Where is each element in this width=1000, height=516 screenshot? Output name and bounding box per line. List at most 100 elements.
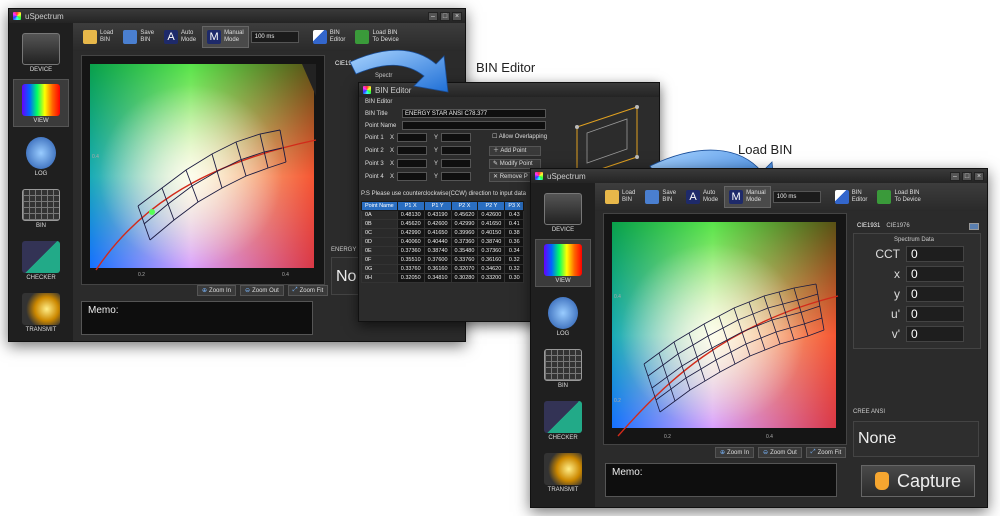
coordinate-cell: 0.35480 <box>450 246 479 256</box>
integration-time-select[interactable]: 100 ms <box>250 31 299 43</box>
zoom-in-button[interactable]: ⊕ Zoom In <box>197 285 237 296</box>
tab-cie1931[interactable]: CIE1931 <box>857 223 880 229</box>
table-row[interactable]: 0D 0.40060 0.40440 0.37360 0.38740 0.36 <box>361 237 525 247</box>
allow-overlapping-checkbox[interactable]: ☐ Allow Overlapping <box>489 133 550 143</box>
spectrum-row: x0 <box>858 266 964 282</box>
bin-result-value: None <box>858 430 897 447</box>
sidebar-item-transmit[interactable]: TRANSMIT <box>13 287 69 335</box>
sidebar-item-device[interactable]: DEVICE <box>535 187 591 235</box>
cie-diagram[interactable]: 0.4 0.2 0.4 <box>81 55 325 285</box>
close-button[interactable]: × <box>452 11 462 21</box>
point-y-input[interactable] <box>441 172 472 181</box>
maximize-button[interactable]: □ <box>440 11 450 21</box>
add-point-button[interactable]: ＋ Add Point <box>489 146 541 156</box>
sidebar-item-transmit[interactable]: TRANSMIT <box>535 447 591 495</box>
load-bin-device-button[interactable]: Load BIN To Device <box>351 26 402 48</box>
export-icon[interactable] <box>969 223 979 230</box>
table-row[interactable]: 0A 0.48130 0.43190 0.45620 0.42600 0.43 <box>361 210 525 220</box>
zoom-out-button[interactable]: ⊖ Zoom Out <box>240 285 284 296</box>
spectrum-row-value: 0 <box>906 306 964 322</box>
point-x-input[interactable] <box>397 146 428 155</box>
manual-mode-button[interactable]: M Manual Mode <box>724 186 771 208</box>
sidebar-item-device[interactable]: DEVICE <box>13 27 69 75</box>
point-y-input[interactable] <box>441 146 472 155</box>
table-header[interactable]: P1 X <box>396 201 425 211</box>
table-row[interactable]: 0F 0.35510 0.37600 0.33760 0.36160 0.32 <box>361 255 525 265</box>
table-row[interactable]: 0E 0.37360 0.38740 0.35480 0.37360 0.34 <box>361 246 525 256</box>
zoom-in-button[interactable]: ⊕ Zoom In <box>715 447 755 458</box>
memo-field[interactable]: Memo: <box>605 463 837 497</box>
table-row[interactable]: 0G 0.33760 0.36160 0.32070 0.34620 0.32 <box>361 264 525 274</box>
table-header[interactable]: P1 Y <box>423 201 452 211</box>
x-label: X <box>390 173 395 180</box>
close-button[interactable]: × <box>974 171 984 181</box>
bin-title-input[interactable]: ENERGY STAR ANSI C78.377 <box>402 109 546 118</box>
save-bin-button[interactable]: Save BIN <box>641 186 680 208</box>
sidebar-item-checker[interactable]: CHECKER <box>13 235 69 283</box>
point-name-cell: 0B <box>361 219 398 229</box>
sidebar-item-log[interactable]: LOG <box>535 291 591 339</box>
load-bin-device-button[interactable]: Load BIN To Device <box>873 186 924 208</box>
point-y-input[interactable] <box>441 159 472 168</box>
transmit-bulb-icon <box>22 293 60 325</box>
memo-field[interactable]: Memo: <box>81 301 313 335</box>
bin-result-caption: CREE ANSI <box>853 409 886 415</box>
coordinate-cell: 0.37600 <box>423 255 452 265</box>
load-bin-button[interactable]: Load BIN <box>79 26 117 48</box>
coordinate-cell: 0.38740 <box>423 246 452 256</box>
tab-cie1976[interactable]: CIE1976 <box>886 223 909 229</box>
point-x-input[interactable] <box>397 172 428 181</box>
auto-mode-button[interactable]: A Auto Mode <box>682 186 722 208</box>
zoom-in-label: Zoom In <box>727 449 750 456</box>
x-label: X <box>390 134 395 141</box>
save-bin-button[interactable]: Save BIN <box>119 26 158 48</box>
sidebar-item-view[interactable]: VIEW <box>13 79 69 127</box>
pen-icon <box>834 190 849 204</box>
maximize-button[interactable]: □ <box>962 171 972 181</box>
bin-editor-button[interactable]: BIN Editor <box>309 26 350 48</box>
folder-icon <box>605 190 619 204</box>
save-bin-label: Save BIN <box>140 30 155 43</box>
zoom-out-icon: ⊖ <box>763 450 769 456</box>
spectrum-data-title: Spectrum Data <box>894 237 935 243</box>
sidebar-item-view[interactable]: VIEW <box>535 239 591 287</box>
point-name-input[interactable] <box>402 121 546 130</box>
dialog-title: BIN Editor <box>375 85 412 95</box>
manual-mode-button[interactable]: M Manual Mode <box>202 26 249 48</box>
table-row[interactable]: 0C 0.42990 0.41650 0.39960 0.40150 0.38 <box>361 228 525 238</box>
load-bin-button[interactable]: Load BIN <box>601 186 639 208</box>
checker-icon <box>22 241 60 273</box>
table-header[interactable]: P2 Y <box>477 201 506 211</box>
minimize-button[interactable]: – <box>428 11 438 21</box>
zoom-fit-button[interactable]: ⤢ Zoom Fit <box>287 285 329 296</box>
table-header[interactable]: P3 X <box>504 201 525 211</box>
bin-editor-button[interactable]: BIN Editor <box>831 186 872 208</box>
sidebar-item-log[interactable]: LOG <box>13 131 69 179</box>
point-y-input[interactable] <box>441 133 472 142</box>
point-x-input[interactable] <box>397 133 428 142</box>
minimize-button[interactable]: – <box>950 171 960 181</box>
point-label: Point 1 <box>365 134 384 141</box>
sidebar-item-bin[interactable]: BIN <box>535 343 591 391</box>
sidebar-item-bin[interactable]: BIN <box>13 183 69 231</box>
table-header[interactable]: P2 X <box>450 201 479 211</box>
table-row[interactable]: 0H 0.32050 0.34810 0.30280 0.33200 0.30 <box>361 273 525 283</box>
zoom-fit-button[interactable]: ⤢ Zoom Fit <box>805 447 847 458</box>
stage: uSpectrum – □ × DEVICE VIEW LOG BIN CHEC… <box>0 0 1000 516</box>
integration-time-select[interactable]: 100 ms <box>772 191 821 203</box>
zoom-out-button[interactable]: ⊖ Zoom Out <box>758 447 802 458</box>
capture-button[interactable]: Capture <box>861 465 975 497</box>
tab-cie1976[interactable]: CIE1976 <box>364 61 387 67</box>
download-arrow-icon <box>877 190 892 204</box>
cie-tabs: CIE1931 CIE1976 <box>857 223 910 229</box>
tab-cie1931[interactable]: CIE1931 <box>335 61 358 67</box>
table-row[interactable]: 0B 0.45620 0.42600 0.42990 0.41650 0.41 <box>361 219 525 229</box>
remove-point-label: Remove P <box>499 174 528 180</box>
point-x-input[interactable] <box>397 159 428 168</box>
cie-diagram[interactable]: 0.4 0.2 0.2 0.4 <box>603 213 847 445</box>
auto-mode-button[interactable]: A Auto Mode <box>160 26 200 48</box>
usb-device-icon <box>22 33 60 65</box>
table-header[interactable]: Point Name <box>361 201 398 211</box>
sidebar-item-checker[interactable]: CHECKER <box>535 395 591 443</box>
floppy-icon <box>645 190 660 204</box>
